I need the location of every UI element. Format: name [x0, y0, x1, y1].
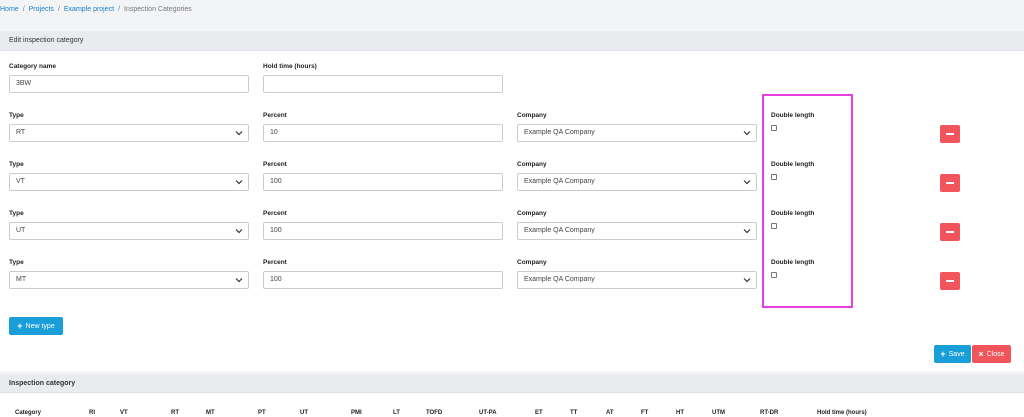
chevron-down-icon — [235, 229, 243, 234]
company-label: Company — [517, 210, 547, 217]
type-select-value: RT — [16, 129, 26, 136]
column-header: TOFD — [426, 410, 443, 416]
column-header: LT — [393, 410, 400, 416]
column-header: RT — [171, 410, 179, 416]
type-label: Type — [9, 112, 24, 119]
breadcrumb-current: Inspection Categories — [124, 5, 192, 13]
company-select-value: Example QA Company — [524, 129, 595, 136]
highlight-box — [762, 94, 853, 308]
company-select-value: Example QA Company — [524, 227, 595, 234]
column-header: UTM — [712, 410, 725, 416]
new-type-label: New type — [25, 322, 55, 330]
chevron-down-icon — [743, 180, 751, 185]
company-label: Company — [517, 259, 547, 266]
breadcrumb-separator: / — [22, 5, 25, 13]
company-select-value: Example QA Company — [524, 178, 595, 185]
remove-type-button[interactable] — [940, 272, 960, 290]
company-select[interactable]: Example QA Company — [517, 222, 757, 240]
category-name-label: Category name — [9, 63, 56, 70]
breadcrumb-home-link[interactable]: Home — [0, 6, 19, 13]
column-header: UT-PA — [479, 410, 497, 416]
type-select-value: UT — [16, 227, 26, 234]
percent-label: Percent — [263, 259, 287, 266]
percent-input[interactable]: 100 — [263, 222, 503, 240]
remove-type-button[interactable] — [940, 125, 960, 143]
chevron-down-icon — [235, 131, 243, 136]
close-button[interactable]: × Close — [972, 345, 1011, 363]
column-header: FT — [641, 410, 649, 416]
plus-icon: + — [17, 321, 23, 331]
chevron-down-icon — [743, 278, 751, 283]
remove-type-button[interactable] — [940, 223, 960, 241]
edit-category-panel: Edit inspection category Category name 3… — [0, 31, 1024, 371]
percent-input[interactable]: 100 — [263, 271, 503, 289]
percent-label: Percent — [263, 112, 287, 119]
chevron-down-icon — [743, 229, 751, 234]
column-header: UT — [300, 410, 308, 416]
column-header: HT — [676, 410, 684, 416]
hold-time-label: Hold time (hours) — [263, 63, 317, 70]
column-header: RT-DR — [760, 410, 779, 416]
column-header: ET — [535, 410, 543, 416]
close-label: Close — [986, 350, 1005, 358]
type-select[interactable]: UT — [9, 222, 249, 240]
save-label: Save — [948, 350, 965, 358]
percent-label: Percent — [263, 210, 287, 217]
breadcrumb: Home / Projects / Example project / Insp… — [0, 3, 192, 15]
column-header: VT — [120, 410, 128, 416]
edit-panel-title: Edit inspection category — [0, 31, 1024, 51]
column-header: PT — [258, 410, 266, 416]
type-select-value: MT — [16, 276, 27, 283]
save-button[interactable]: + Save — [934, 345, 971, 363]
breadcrumb-projects-link[interactable]: Projects — [29, 6, 54, 13]
type-label: Type — [9, 210, 24, 217]
new-type-button[interactable]: + New type — [9, 317, 63, 335]
column-header: TT — [570, 410, 578, 416]
breadcrumb-project-link[interactable]: Example project — [64, 6, 114, 13]
column-header: Hold time (hours) — [817, 410, 867, 416]
close-icon: × — [978, 349, 984, 359]
column-header: MT — [206, 410, 215, 416]
company-label: Company — [517, 112, 547, 119]
company-select[interactable]: Example QA Company — [517, 124, 757, 142]
chevron-down-icon — [743, 131, 751, 136]
column-header: AT — [606, 410, 614, 416]
type-select[interactable]: MT — [9, 271, 249, 289]
type-select[interactable]: RT — [9, 124, 249, 142]
company-label: Company — [517, 161, 547, 168]
company-select-value: Example QA Company — [524, 276, 595, 283]
chevron-down-icon — [235, 180, 243, 185]
list-panel-title: Inspection category — [0, 374, 1024, 393]
column-header: RI — [89, 410, 95, 416]
percent-input[interactable]: 10 — [263, 124, 503, 142]
breadcrumb-separator: / — [57, 5, 60, 13]
hold-time-input[interactable] — [263, 75, 503, 93]
breadcrumb-separator: / — [118, 5, 121, 13]
type-label: Type — [9, 259, 24, 266]
type-select-value: VT — [16, 178, 25, 185]
remove-type-button[interactable] — [940, 174, 960, 192]
percent-input[interactable]: 100 — [263, 173, 503, 191]
column-header: PMI — [351, 410, 362, 416]
chevron-down-icon — [235, 278, 243, 283]
type-label: Type — [9, 161, 24, 168]
category-name-input[interactable]: 3BW — [9, 75, 249, 93]
column-header: Category — [15, 410, 42, 416]
company-select[interactable]: Example QA Company — [517, 173, 757, 191]
company-select[interactable]: Example QA Company — [517, 271, 757, 289]
type-select[interactable]: VT — [9, 173, 249, 191]
percent-label: Percent — [263, 161, 287, 168]
category-table-header: Category RI VT RT MT PT UT PMI LT TOFD U… — [0, 408, 1024, 417]
plus-icon: + — [940, 349, 946, 359]
